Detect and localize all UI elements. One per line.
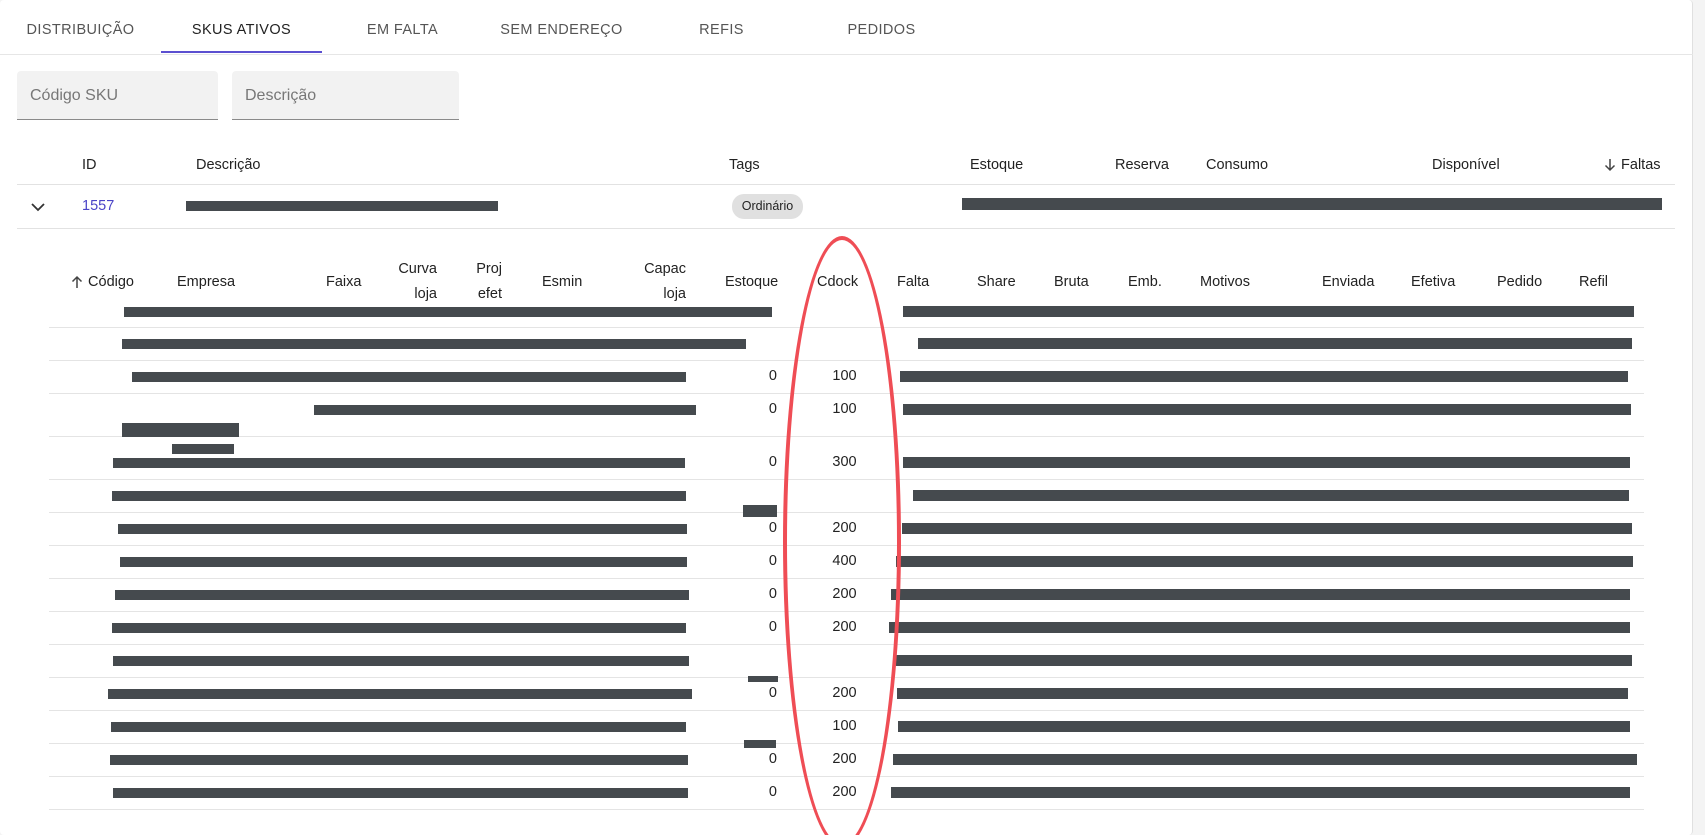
redacted-descricao: [186, 201, 498, 211]
header-consumo[interactable]: Consumo: [1206, 157, 1268, 173]
header-reserva[interactable]: Reserva: [1115, 157, 1169, 173]
header-faltas[interactable]: Faltas: [1603, 157, 1661, 173]
redacted-left-cells: [124, 307, 772, 317]
redacted-right-cells: [896, 655, 1632, 666]
redacted-left-cells: [112, 491, 686, 501]
estoque-cell: 0: [768, 553, 777, 569]
redacted-fragment: [122, 423, 239, 437]
subheader-proj-line1: Proj: [476, 261, 502, 277]
header-disponivel[interactable]: Disponível: [1432, 157, 1500, 173]
redacted-left-cells: [113, 788, 688, 798]
estoque-cell: 0: [768, 685, 777, 701]
subheader-enviada[interactable]: Enviada: [1322, 270, 1374, 295]
subheader-curva-line1: Curva: [398, 261, 437, 277]
redacted-right-cells: [897, 688, 1628, 699]
descricao-input[interactable]: [245, 71, 459, 120]
tab-em-falta[interactable]: EM FALTA: [322, 0, 483, 54]
redacted-right-cells: [898, 721, 1630, 732]
tab-refis[interactable]: REFIS: [640, 0, 803, 54]
redacted-left-cells: [113, 656, 689, 666]
estoque-cell: 0: [768, 520, 777, 536]
header-faltas-label: Faltas: [1621, 157, 1661, 173]
sku-filter-field[interactable]: [17, 71, 218, 120]
subheader-bruta[interactable]: Bruta: [1054, 270, 1089, 295]
subheader-faixa[interactable]: Faixa: [326, 270, 361, 295]
subheader-capac-line1: Capac: [644, 261, 686, 277]
row-divider: [17, 228, 1675, 229]
tab-sem-endereco[interactable]: SEM ENDEREÇO: [483, 0, 640, 54]
content-card: DISTRIBUIÇÃO SKUS ATIVOS EM FALTA SEM EN…: [0, 0, 1693, 835]
subheader-motivos[interactable]: Motivos: [1200, 270, 1250, 295]
subheader-efetiva[interactable]: Efetiva: [1411, 270, 1455, 295]
subheader-refil[interactable]: Refil: [1579, 270, 1608, 295]
subheader-codigo-label: Código: [88, 274, 134, 290]
subheader-pedido[interactable]: Pedido: [1497, 270, 1542, 295]
subheader-falta[interactable]: Falta: [897, 270, 929, 295]
subheader-share[interactable]: Share: [977, 270, 1016, 295]
estoque-cell: 0: [768, 368, 777, 384]
redacted-right-cells: [896, 556, 1633, 567]
redacted-right-cells: [918, 338, 1632, 349]
redacted-left-cells: [122, 339, 746, 349]
subheader-estoque[interactable]: Estoque: [725, 270, 778, 295]
redacted-left-cells: [108, 689, 692, 699]
redacted-left-cells: [118, 524, 687, 534]
header-id[interactable]: ID: [82, 157, 97, 173]
active-tab-indicator: [161, 51, 322, 53]
redacted-right-cells: [893, 754, 1637, 765]
estoque-cell: 0: [768, 751, 777, 767]
redacted-right-cells: [891, 589, 1630, 600]
estoque-cell: 0: [768, 619, 777, 635]
redacted-right-cells: [900, 371, 1628, 382]
sort-asc-arrow-icon: [71, 276, 83, 289]
redacted-left-cells: [111, 722, 686, 732]
descricao-filter-field[interactable]: [232, 71, 459, 120]
redacted-right-cells: [903, 306, 1634, 317]
subheader-emb[interactable]: Emb.: [1128, 270, 1162, 295]
sort-desc-arrow-icon: [1604, 159, 1616, 172]
estoque-cell: 0: [768, 454, 777, 470]
redacted-right-cells: [903, 404, 1631, 415]
tab-skus-ativos[interactable]: SKUS ATIVOS: [161, 0, 322, 54]
subheader-esmin[interactable]: Esmin: [542, 270, 582, 295]
tab-bar: DISTRIBUIÇÃO SKUS ATIVOS EM FALTA SEM EN…: [0, 0, 1693, 55]
redacted-right-cells: [889, 622, 1630, 633]
highlight-oval-annotation: [783, 236, 901, 835]
redacted-right-cells: [903, 457, 1630, 468]
redacted-right-cells: [913, 490, 1629, 501]
header-tags[interactable]: Tags: [729, 157, 760, 173]
redacted-left-cells: [115, 590, 689, 600]
header-descricao[interactable]: Descrição: [196, 157, 260, 173]
tag-chip: Ordinário: [732, 194, 803, 219]
sku-input[interactable]: [30, 71, 218, 120]
subheader-codigo[interactable]: Código: [70, 270, 134, 295]
redacted-left-cells: [314, 405, 696, 415]
estoque-cell: 0: [768, 401, 777, 417]
redacted-stock-values: [962, 198, 1662, 210]
subheader-empresa[interactable]: Empresa: [177, 270, 235, 295]
redacted-left-cells: [110, 755, 688, 765]
redacted-left-cells: [112, 623, 686, 633]
chevron-down-icon[interactable]: [29, 198, 47, 216]
tab-distribuicao[interactable]: DISTRIBUIÇÃO: [0, 0, 161, 54]
redacted-left-cells: [132, 372, 686, 382]
redacted-left-cells: [120, 557, 687, 567]
header-divider: [17, 184, 1675, 185]
estoque-cell: 0: [768, 586, 777, 602]
tab-pedidos[interactable]: PEDIDOS: [803, 0, 960, 54]
header-estoque[interactable]: Estoque: [970, 157, 1023, 173]
estoque-cell: 0: [768, 784, 777, 800]
sku-id-link[interactable]: 1557: [82, 198, 114, 214]
redacted-right-cells: [891, 787, 1630, 798]
redacted-left-cells: [113, 458, 685, 468]
redacted-right-cells: [902, 523, 1632, 534]
